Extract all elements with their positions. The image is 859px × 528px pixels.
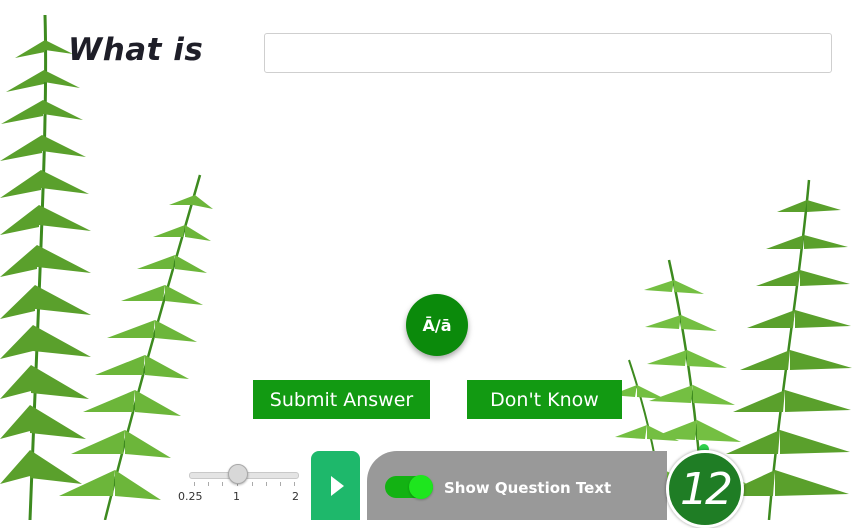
slider-tick	[222, 482, 223, 486]
speed-label-max: 2	[292, 490, 299, 503]
slider-tick	[252, 482, 253, 486]
level-badge: 12	[666, 450, 744, 528]
level-number: 12	[680, 463, 733, 515]
submit-answer-button[interactable]: Submit Answer	[253, 380, 430, 419]
show-question-label: Show Question Text	[444, 479, 612, 497]
playback-speed-slider[interactable]: 0.25 1 2	[178, 460, 306, 510]
answer-input[interactable]	[264, 33, 832, 73]
toggle-knob	[409, 475, 433, 499]
slider-tick	[294, 482, 295, 486]
play-audio-button[interactable]	[311, 451, 360, 520]
slider-tick	[208, 482, 209, 486]
dont-know-button[interactable]: Don't Know	[467, 380, 622, 419]
speed-label-mid: 1	[233, 490, 240, 503]
question-prompt: What is	[68, 32, 204, 68]
speed-label-min: 0.25	[178, 490, 203, 503]
show-question-toggle[interactable]	[385, 475, 433, 499]
slider-tick	[280, 482, 281, 486]
fern-left-image	[0, 14, 213, 520]
slider-tick	[266, 482, 267, 486]
slider-thumb[interactable]	[228, 464, 248, 484]
slider-tick	[194, 482, 195, 486]
macron-toggle-button[interactable]: Ā/ā	[406, 294, 468, 356]
play-icon	[331, 475, 344, 496]
